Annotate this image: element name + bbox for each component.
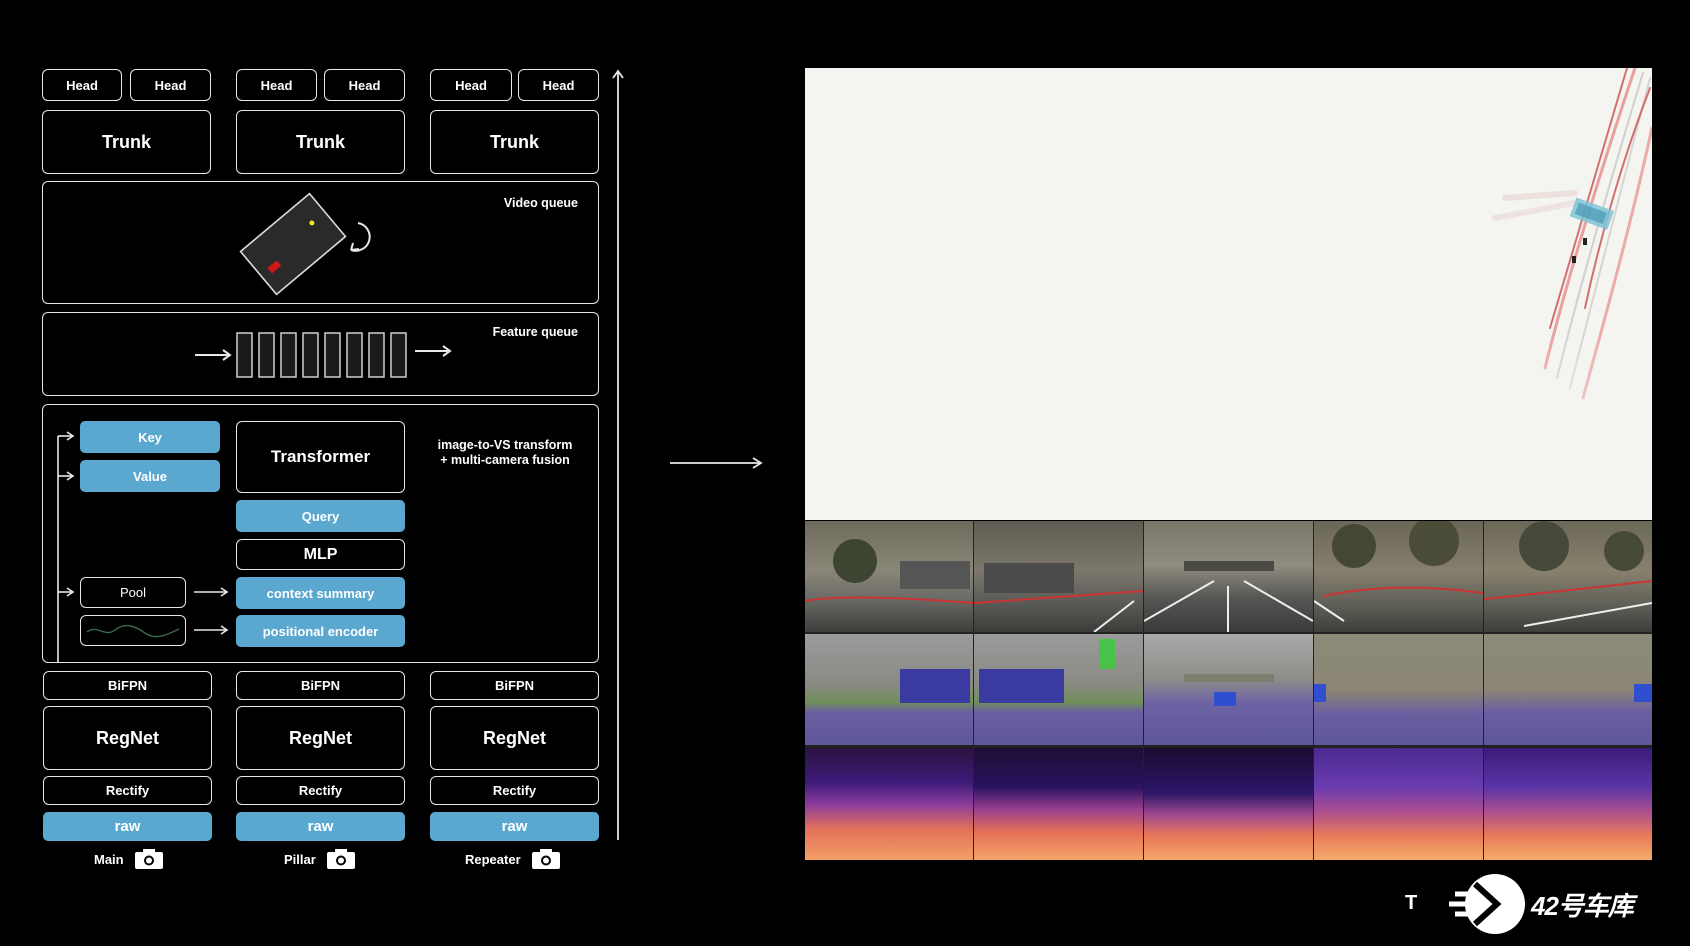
feature-queue-panel: Feature queue <box>42 312 599 396</box>
camera-scene <box>974 563 1143 632</box>
query-block: Query <box>236 500 405 532</box>
segmentation-frame <box>1314 634 1483 745</box>
trunk-box: Trunk <box>42 110 211 174</box>
flow-up-arrow <box>612 69 624 840</box>
segmentation-scene <box>979 639 1115 703</box>
head-box: Head <box>324 69 405 101</box>
camera-frame <box>805 521 973 632</box>
head-box: Head <box>130 69 211 101</box>
depth-frame <box>974 748 1143 860</box>
wave-to-encoder-arrow <box>194 625 229 635</box>
camera-scene <box>805 539 973 604</box>
raw-block: raw <box>43 812 212 841</box>
fusion-description: image-to-VS transform + multi-camera fus… <box>430 438 580 468</box>
rectify-box: Rectify <box>430 776 599 805</box>
bifpn-box: BiFPN <box>236 671 405 700</box>
logo-icon <box>1449 874 1525 934</box>
segmentation-scene <box>900 669 970 703</box>
camera-label: Main <box>94 851 124 867</box>
fusion-description-line1: image-to-VS transform <box>437 438 573 452</box>
watermark-logo: 42号车库 <box>1445 872 1634 936</box>
head-box: Head <box>42 69 122 101</box>
camera-label: Repeater <box>465 851 521 867</box>
key-block: Key <box>80 421 220 453</box>
camera-frame <box>1484 521 1652 632</box>
positional-encoder-block: positional encoder <box>236 615 405 647</box>
vector-space-view <box>805 68 1652 520</box>
feature-queue-label: Feature queue <box>492 325 578 339</box>
regnet-box: RegNet <box>43 706 212 770</box>
transformer-box: Transformer <box>236 421 405 493</box>
raw-block: raw <box>430 812 599 841</box>
output-arrow <box>670 457 763 469</box>
watermark-glyph: T <box>1405 892 1418 914</box>
video-queue-label: Video queue <box>503 196 578 210</box>
camera-frame <box>1314 521 1483 632</box>
camera-scene <box>1314 521 1483 622</box>
pool-to-context-arrow <box>194 587 229 597</box>
camera-main: Main <box>94 848 164 870</box>
trunk-box: Trunk <box>430 110 599 174</box>
trunk-box: Trunk <box>236 110 405 174</box>
depth-frame <box>805 748 973 860</box>
vehicle-rotation-icon <box>239 192 371 296</box>
fusion-description-line2: + multi-camera fusion <box>440 453 570 467</box>
camera-icon <box>326 849 355 869</box>
head-box: Head <box>236 69 317 101</box>
camera-frame <box>974 521 1143 632</box>
rectify-box: Rectify <box>43 776 212 805</box>
road-prediction-overlay <box>805 68 1652 520</box>
depth-frame <box>1314 748 1483 860</box>
segmentation-frame <box>1144 634 1313 745</box>
value-block: Value <box>80 460 220 492</box>
camera-scene <box>1484 521 1652 627</box>
positional-wave-box <box>80 615 186 646</box>
camera-grid <box>805 521 1652 860</box>
segmentation-scene <box>1634 684 1652 702</box>
raw-block: raw <box>236 812 405 841</box>
feature-queue-stack-icon <box>195 332 452 378</box>
regnet-box: RegNet <box>236 706 405 770</box>
camera-scene <box>1144 561 1313 632</box>
pool-box: Pool <box>80 577 186 608</box>
head-box: Head <box>518 69 599 101</box>
camera-icon <box>134 849 163 869</box>
bifpn-box: BiFPN <box>43 671 212 700</box>
video-queue-panel: Video queue <box>42 181 599 304</box>
depth-frame <box>1144 748 1313 860</box>
camera-repeater: Repeater <box>465 848 561 870</box>
camera-icon <box>531 849 560 869</box>
camera-pillar: Pillar <box>284 848 356 870</box>
segmentation-frame <box>805 634 973 745</box>
segmentation-scene <box>1184 674 1274 706</box>
head-box: Head <box>430 69 512 101</box>
segmentation-scene <box>1314 684 1326 702</box>
camera-frame <box>1144 521 1313 632</box>
segmentation-frame <box>1484 634 1652 745</box>
segmentation-frame <box>974 634 1143 745</box>
rectify-box: Rectify <box>236 776 405 805</box>
bifpn-box: BiFPN <box>430 671 599 700</box>
depth-frame <box>1484 748 1652 860</box>
context-summary-block: context summary <box>236 577 405 609</box>
logo-text: 42号车库 <box>1531 890 1634 921</box>
regnet-box: RegNet <box>430 706 599 770</box>
camera-label: Pillar <box>284 851 316 867</box>
wave-icon <box>86 624 180 637</box>
mlp-box: MLP <box>236 539 405 570</box>
